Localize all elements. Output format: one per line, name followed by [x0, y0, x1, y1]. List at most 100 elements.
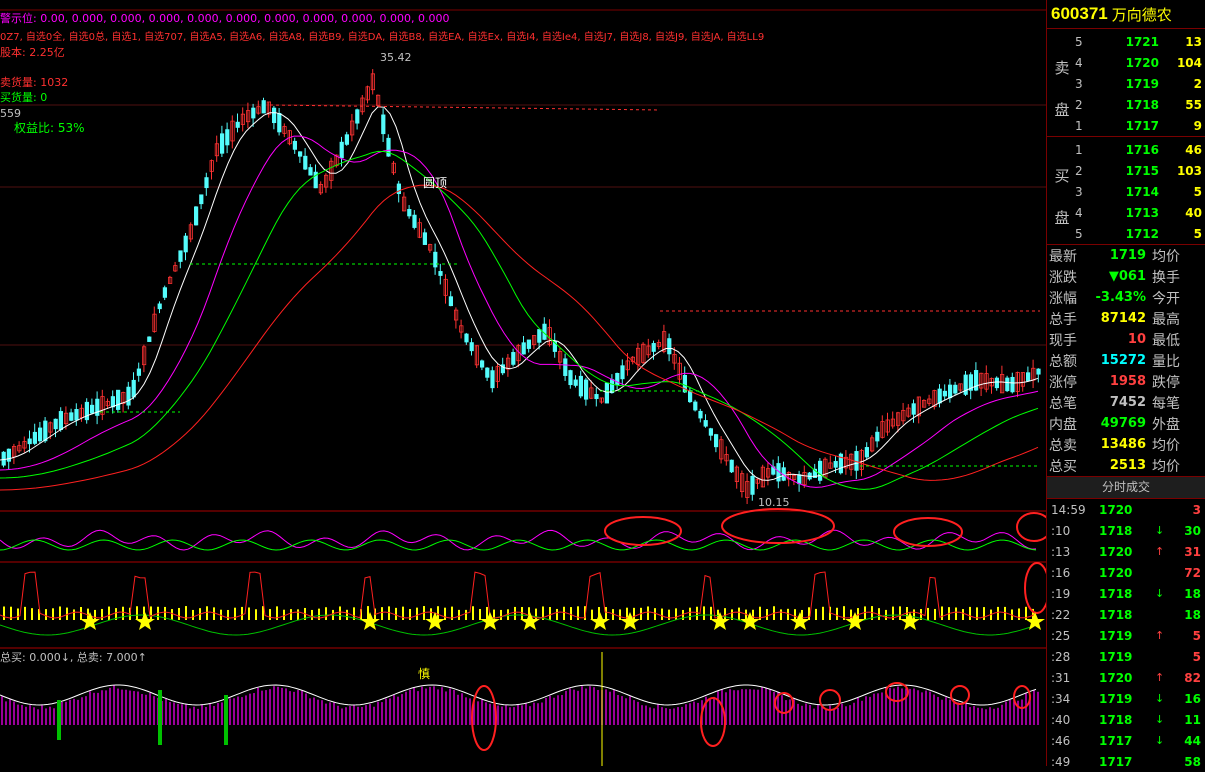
star-icon [790, 612, 810, 630]
candle-body [38, 427, 43, 442]
tick-arrow-icon: ↓ [1155, 692, 1165, 705]
tick-price: 1720 [1099, 544, 1133, 559]
stat-value: 49769 [1100, 416, 1146, 431]
stat-key: 现手 [1049, 332, 1077, 349]
stock-code[interactable]: 600371 [1051, 4, 1108, 24]
tick-trade-row[interactable]: :13 1720 ↑ 31 [1047, 541, 1205, 562]
stat-key-2: 均价 [1152, 458, 1180, 475]
stat-key-2: 换手 [1152, 269, 1180, 286]
tick-price: 1717 [1099, 754, 1133, 769]
sell-level-row[interactable]: 3 1719 2 [1075, 73, 1205, 94]
tick-trade-row[interactable]: :31 1720 ↑ 82 [1047, 667, 1205, 688]
tick-arrow-icon: ↓ [1155, 734, 1165, 747]
candle-body [875, 431, 880, 442]
stat-value: 7452 [1109, 395, 1146, 410]
candle-body [308, 167, 313, 176]
tick-trade-row[interactable]: :28 1719 5 [1047, 646, 1205, 667]
buy-level-row[interactable]: 4 1713 40 [1075, 202, 1205, 223]
tick-arrow-icon: ↑ [1155, 671, 1165, 684]
round-top-label: 圆顶 [423, 176, 448, 190]
tick-trade-row[interactable]: :16 1720 72 [1047, 562, 1205, 583]
candle-body [58, 411, 64, 431]
candle-body [994, 377, 1000, 389]
tick-volume: 58 [1184, 754, 1201, 769]
buy-level-row[interactable]: 3 1714 5 [1075, 181, 1205, 202]
indicator1-line-2 [0, 539, 1037, 551]
candle-body [667, 338, 672, 355]
low-price-label: 10.15 [758, 496, 790, 509]
tick-trade-row[interactable]: 14:59 1720 3 [1047, 499, 1205, 520]
candle-body [479, 360, 485, 368]
book-price: 1721 [1125, 34, 1159, 49]
candle-body [74, 409, 79, 421]
book-price: 1715 [1125, 163, 1159, 178]
stat-key: 涨幅 [1049, 290, 1077, 307]
tick-trade-row[interactable]: :34 1719 ↓ 16 [1047, 688, 1205, 709]
tick-time: :13 [1051, 544, 1071, 559]
buy-level-row[interactable]: 2 1715 103 [1075, 160, 1205, 181]
candle-body [693, 401, 698, 411]
candle-body [27, 438, 32, 445]
candle-body [339, 141, 344, 159]
buy-level-row[interactable]: 5 1712 5 [1075, 223, 1205, 244]
book-level: 2 [1075, 163, 1083, 178]
tick-price: 1717 [1099, 733, 1133, 748]
book-volume: 5 [1193, 226, 1202, 241]
stats-row: 内盘 49769 外盘 [1047, 413, 1205, 434]
candle-body [386, 137, 391, 157]
candle-body [485, 367, 490, 378]
candle-body [131, 379, 136, 398]
sell-level-row[interactable]: 5 1721 13 [1075, 31, 1205, 52]
star-icon [80, 612, 100, 630]
candle-body [32, 431, 38, 444]
candle-body [573, 379, 578, 386]
stats-row: 现手 10 最低 [1047, 329, 1205, 350]
tick-price: 1718 [1099, 607, 1133, 622]
annotation-circle [1016, 512, 1046, 542]
sell-qty-label: 卖货量: 1032 [0, 76, 69, 89]
candle-body [235, 121, 240, 128]
tick-trades-title[interactable]: 分时成交 [1047, 477, 1205, 499]
stat-value: 1719 [1109, 248, 1146, 263]
tick-trade-row[interactable]: :46 1717 ↓ 44 [1047, 730, 1205, 751]
tick-time: :16 [1051, 565, 1071, 580]
sell-level-row[interactable]: 2 1718 55 [1075, 94, 1205, 115]
tick-trade-row[interactable]: :19 1718 ↓ 18 [1047, 583, 1205, 604]
tick-volume: 31 [1184, 544, 1201, 559]
book-volume: 13 [1185, 34, 1202, 49]
stat-key-2: 每笔 [1152, 395, 1180, 412]
candle-body [942, 390, 948, 397]
buy-level-row[interactable]: 1 1716 46 [1075, 139, 1205, 160]
tick-volume: 18 [1184, 586, 1201, 601]
candle-body [937, 388, 942, 404]
kline-chart-area[interactable]: 警示位: 0.00, 0.000, 0.000, 0.000, 0.000, 0… [0, 0, 1046, 766]
tick-trade-row[interactable]: :22 1718 18 [1047, 604, 1205, 625]
stat-key-2: 最低 [1152, 332, 1180, 349]
annotation-circle [721, 508, 835, 544]
equity-ratio-label: 权益比: 53% [14, 121, 85, 135]
candle-body [464, 333, 469, 343]
stat-value: 1958 [1109, 374, 1146, 389]
stats-row: 涨停 1958 跌停 [1047, 371, 1205, 392]
candle-body [344, 134, 350, 145]
sell-level-row[interactable]: 4 1720 104 [1075, 52, 1205, 73]
candle-body [490, 370, 495, 389]
candle-body [537, 329, 542, 343]
kline-chart-svg[interactable] [0, 0, 1046, 766]
tick-trade-row[interactable]: :25 1719 ↑ 5 [1047, 625, 1205, 646]
total-buy-sell-label: 总买: 0.000↓, 总卖: 7.000↑ [0, 651, 147, 664]
candle-body [147, 336, 152, 342]
sell-level-row[interactable]: 1 1717 9 [1075, 115, 1205, 136]
tick-volume: 72 [1184, 565, 1201, 580]
candle-body [116, 389, 121, 410]
tick-volume: 3 [1192, 502, 1201, 517]
candle-body [303, 155, 308, 170]
candle-body [750, 475, 755, 495]
book-level: 2 [1075, 97, 1083, 112]
tick-trade-row[interactable]: :10 1718 ↓ 30 [1047, 520, 1205, 541]
candle-body [833, 461, 838, 468]
stats-row: 总额 15272 量比 [1047, 350, 1205, 371]
tick-trade-row[interactable]: :49 1717 58 [1047, 751, 1205, 772]
stock-name[interactable]: 万向德农 [1112, 4, 1172, 25]
tick-trade-row[interactable]: :40 1718 ↓ 11 [1047, 709, 1205, 730]
